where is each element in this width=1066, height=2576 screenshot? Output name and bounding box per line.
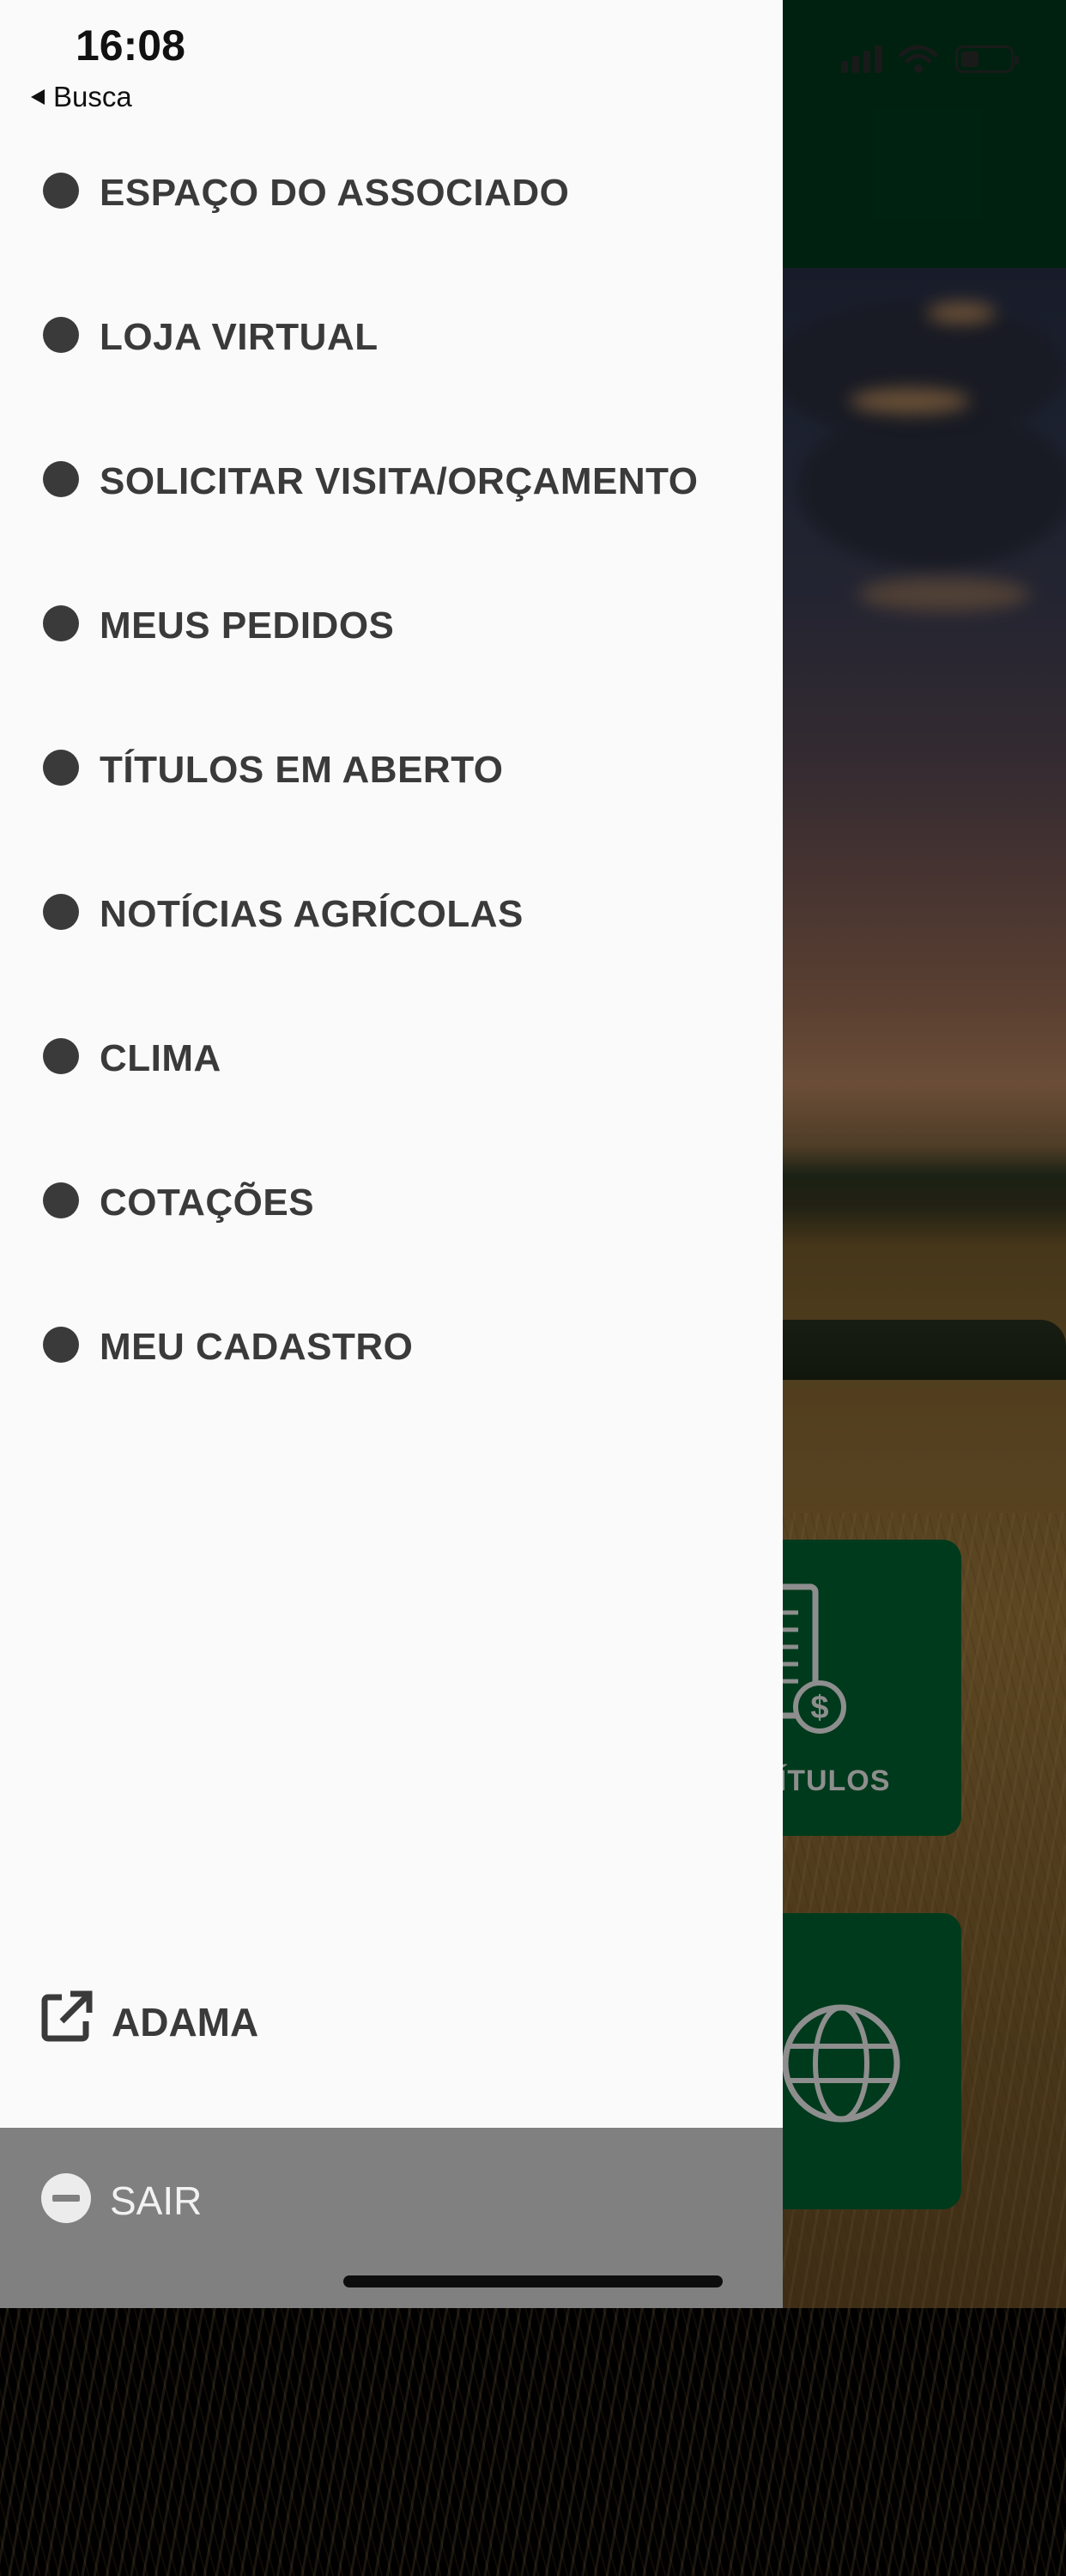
- menu-item-noticias-agricolas[interactable]: NOTÍCIAS AGRÍCOLAS: [0, 860, 783, 963]
- bullet-icon: [43, 605, 79, 641]
- battery-icon: [955, 46, 1019, 73]
- bullet-icon: [43, 1327, 79, 1363]
- menu-item-label: MEUS PEDIDOS: [100, 605, 395, 647]
- bullet-icon: [43, 750, 79, 786]
- bullet-icon: [43, 894, 79, 930]
- logout-label: SAIR: [110, 2178, 203, 2223]
- bullet-icon: [43, 317, 79, 353]
- globe-icon: [782, 2004, 900, 2123]
- status-time: 16:08: [76, 21, 185, 70]
- menu-item-label: ESPAÇO DO ASSOCIADO: [100, 172, 570, 214]
- menu-item-label: SOLICITAR VISITA/ORÇAMENTO: [100, 460, 699, 502]
- menu-item-espaco-do-associado[interactable]: ESPAÇO DO ASSOCIADO: [0, 139, 783, 242]
- external-link-icon: [41, 1990, 93, 2042]
- menu-item-clima[interactable]: CLIMA: [0, 1005, 783, 1108]
- bullet-icon: [43, 1038, 79, 1074]
- back-to-search-button[interactable]: Busca: [31, 81, 132, 113]
- menu-item-label: LOJA VIRTUAL: [100, 316, 379, 358]
- menu-item-meu-cadastro[interactable]: MEU CADASTRO: [0, 1293, 783, 1396]
- svg-text:$: $: [810, 1690, 828, 1726]
- menu-item-solicitar-visita[interactable]: SOLICITAR VISITA/ORÇAMENTO: [0, 428, 783, 531]
- bullet-icon: [43, 173, 79, 209]
- minus-circle-icon: [41, 2173, 91, 2223]
- home-indicator[interactable]: [343, 2275, 723, 2287]
- menu-item-label: CLIMA: [100, 1037, 221, 1079]
- menu-item-cotacoes[interactable]: COTAÇÕES: [0, 1149, 783, 1252]
- bullet-icon: [43, 461, 79, 497]
- menu-item-titulos-em-aberto[interactable]: TÍTULOS EM ABERTO: [0, 716, 783, 819]
- navigation-drawer: 16:08 Busca ESPAÇO DO ASSOCIADO LOJA VIR…: [0, 0, 783, 2308]
- back-arrow-icon: [31, 89, 45, 105]
- adama-label: ADAMA: [112, 2000, 259, 2044]
- menu-item-label: TÍTULOS EM ABERTO: [100, 749, 504, 791]
- menu-item-label: COTAÇÕES: [100, 1182, 315, 1224]
- adama-external-link[interactable]: ADAMA: [39, 1990, 258, 2044]
- cellular-signal-icon: [841, 46, 881, 73]
- bullet-icon: [43, 1182, 79, 1218]
- menu-item-loja-virtual[interactable]: LOJA VIRTUAL: [0, 283, 783, 386]
- back-label: Busca: [53, 81, 132, 112]
- wifi-icon: [899, 45, 938, 73]
- menu-item-meus-pedidos[interactable]: MEUS PEDIDOS: [0, 572, 783, 675]
- menu-item-label: MEU CADASTRO: [100, 1326, 414, 1368]
- menu-item-label: NOTÍCIAS AGRÍCOLAS: [100, 893, 524, 935]
- status-icons: [841, 45, 1019, 74]
